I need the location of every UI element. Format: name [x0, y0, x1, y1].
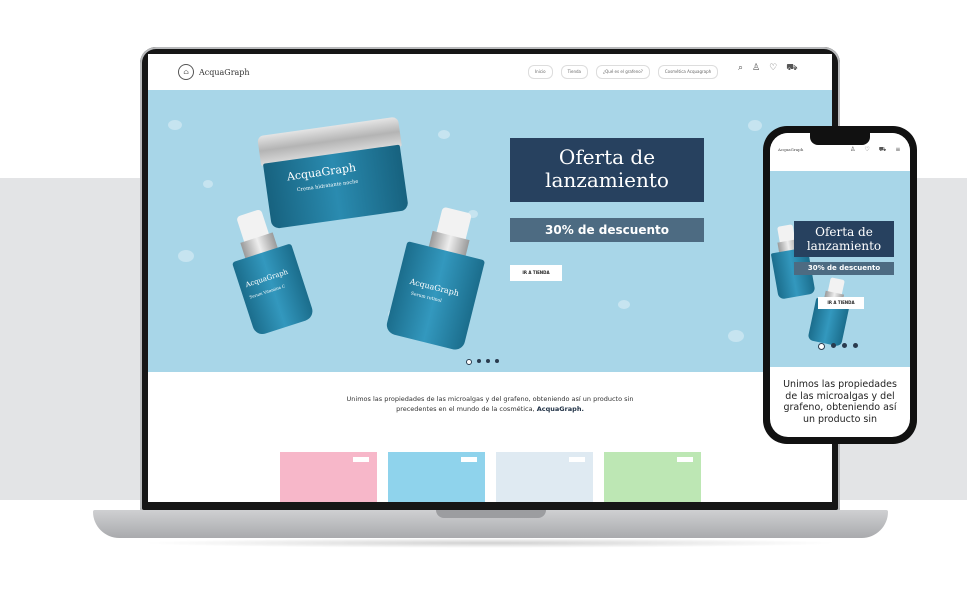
- nav-link-inicio[interactable]: Inicio: [528, 65, 553, 79]
- nav-link-cosmetica[interactable]: Cosmética Acquagraph: [657, 65, 719, 79]
- logo-text: AcquaGraph: [199, 67, 250, 77]
- mobile-discount-label: 30% de descuento: [794, 262, 894, 275]
- phone-notch: [810, 133, 870, 145]
- laptop-shadow: [140, 538, 840, 548]
- mobile-logo[interactable]: AcquaGraph: [778, 147, 803, 152]
- search-icon[interactable]: ⌕: [738, 63, 743, 74]
- carousel-dot[interactable]: [831, 343, 836, 348]
- product-bottle-right: AcquaGraph Serum retinol: [384, 200, 496, 352]
- card-tag: [461, 457, 477, 462]
- hero-banner: AcquaGraph Crema hidratante noche AcquaG…: [148, 90, 832, 372]
- discount-label: 30% de descuento: [510, 218, 704, 242]
- carousel-dot[interactable]: [818, 343, 825, 350]
- water-drop: [748, 120, 762, 131]
- carousel-dot[interactable]: [477, 359, 481, 363]
- laptop-screen: ⌂ AcquaGraph Inicio Tienda ¿Qué es el gr…: [148, 54, 832, 502]
- product-card[interactable]: [604, 452, 701, 502]
- bottle-body: AcquaGraph Serum Vitamina C: [231, 243, 316, 337]
- product-card[interactable]: [280, 452, 377, 502]
- logo-icon: ⌂: [178, 64, 194, 80]
- cart-icon[interactable]: ⛟: [786, 63, 797, 74]
- mobile-intro-text: Unimos las propiedades de las microalgas…: [783, 379, 897, 425]
- user-icon[interactable]: ♙: [850, 146, 855, 154]
- water-drop: [178, 250, 194, 262]
- intro-brand: AcquaGraph.: [536, 405, 584, 413]
- nav-links: Inicio Tienda ¿Qué es el grafeno? Cosmét…: [528, 65, 719, 79]
- cart-icon[interactable]: ⛟: [879, 146, 887, 154]
- menu-icon[interactable]: ≡: [895, 146, 900, 154]
- nav-icons: ⌕ ♙ ♡ ⛟: [738, 63, 798, 74]
- nav-link-grafeno[interactable]: ¿Qué es el grafeno?: [596, 65, 650, 79]
- carousel-dot[interactable]: [486, 359, 490, 363]
- mobile-nav-icons: ♙ ♡ ⛟ ≡: [850, 146, 900, 154]
- water-drop: [728, 330, 744, 342]
- phone-screen: AcquaGraph ♙ ♡ ⛟ ≡ Oferta de lanzamiento…: [770, 133, 910, 437]
- mobile-hero-banner: Oferta de lanzamiento 30% de descuento I…: [770, 171, 910, 367]
- nav-link-tienda[interactable]: Tienda: [560, 65, 589, 79]
- wishlist-icon[interactable]: ♡: [864, 146, 869, 154]
- wishlist-icon[interactable]: ♡: [769, 63, 777, 74]
- water-drop: [618, 300, 630, 309]
- product-card[interactable]: [496, 452, 593, 502]
- card-tag: [569, 457, 585, 462]
- intro-body: Unimos las propiedades de las microalgas…: [346, 395, 634, 413]
- bottle-body: AcquaGraph Serum retinol: [384, 241, 486, 352]
- card-tag: [677, 457, 693, 462]
- shop-button[interactable]: IR A TIENDA: [510, 265, 562, 281]
- water-drop: [438, 130, 450, 139]
- intro-text: Unimos las propiedades de las microalgas…: [328, 394, 652, 414]
- user-icon[interactable]: ♙: [752, 63, 760, 74]
- carousel-dot[interactable]: [842, 343, 847, 348]
- mobile-shop-button[interactable]: IR A TIENDA: [818, 297, 864, 309]
- laptop-opening-notch: [436, 510, 546, 518]
- carousel-dot[interactable]: [853, 343, 858, 348]
- top-navigation: ⌂ AcquaGraph Inicio Tienda ¿Qué es el gr…: [148, 54, 832, 90]
- mobile-product-bottle: [807, 275, 854, 347]
- carousel-dot[interactable]: [495, 359, 499, 363]
- carousel-dots: [466, 359, 499, 365]
- water-drop: [203, 180, 213, 188]
- brand-logo[interactable]: ⌂ AcquaGraph: [178, 64, 250, 80]
- product-cards: [280, 452, 701, 502]
- mobile-offer-title: Oferta de lanzamiento: [794, 221, 894, 257]
- right-bottle-label: Serum retinol: [410, 291, 443, 305]
- offer-title: Oferta de lanzamiento: [510, 138, 704, 202]
- carousel-dot[interactable]: [466, 359, 472, 365]
- card-tag: [353, 457, 369, 462]
- mobile-carousel-dots: [818, 343, 858, 350]
- water-drop: [168, 120, 182, 130]
- product-card[interactable]: [388, 452, 485, 502]
